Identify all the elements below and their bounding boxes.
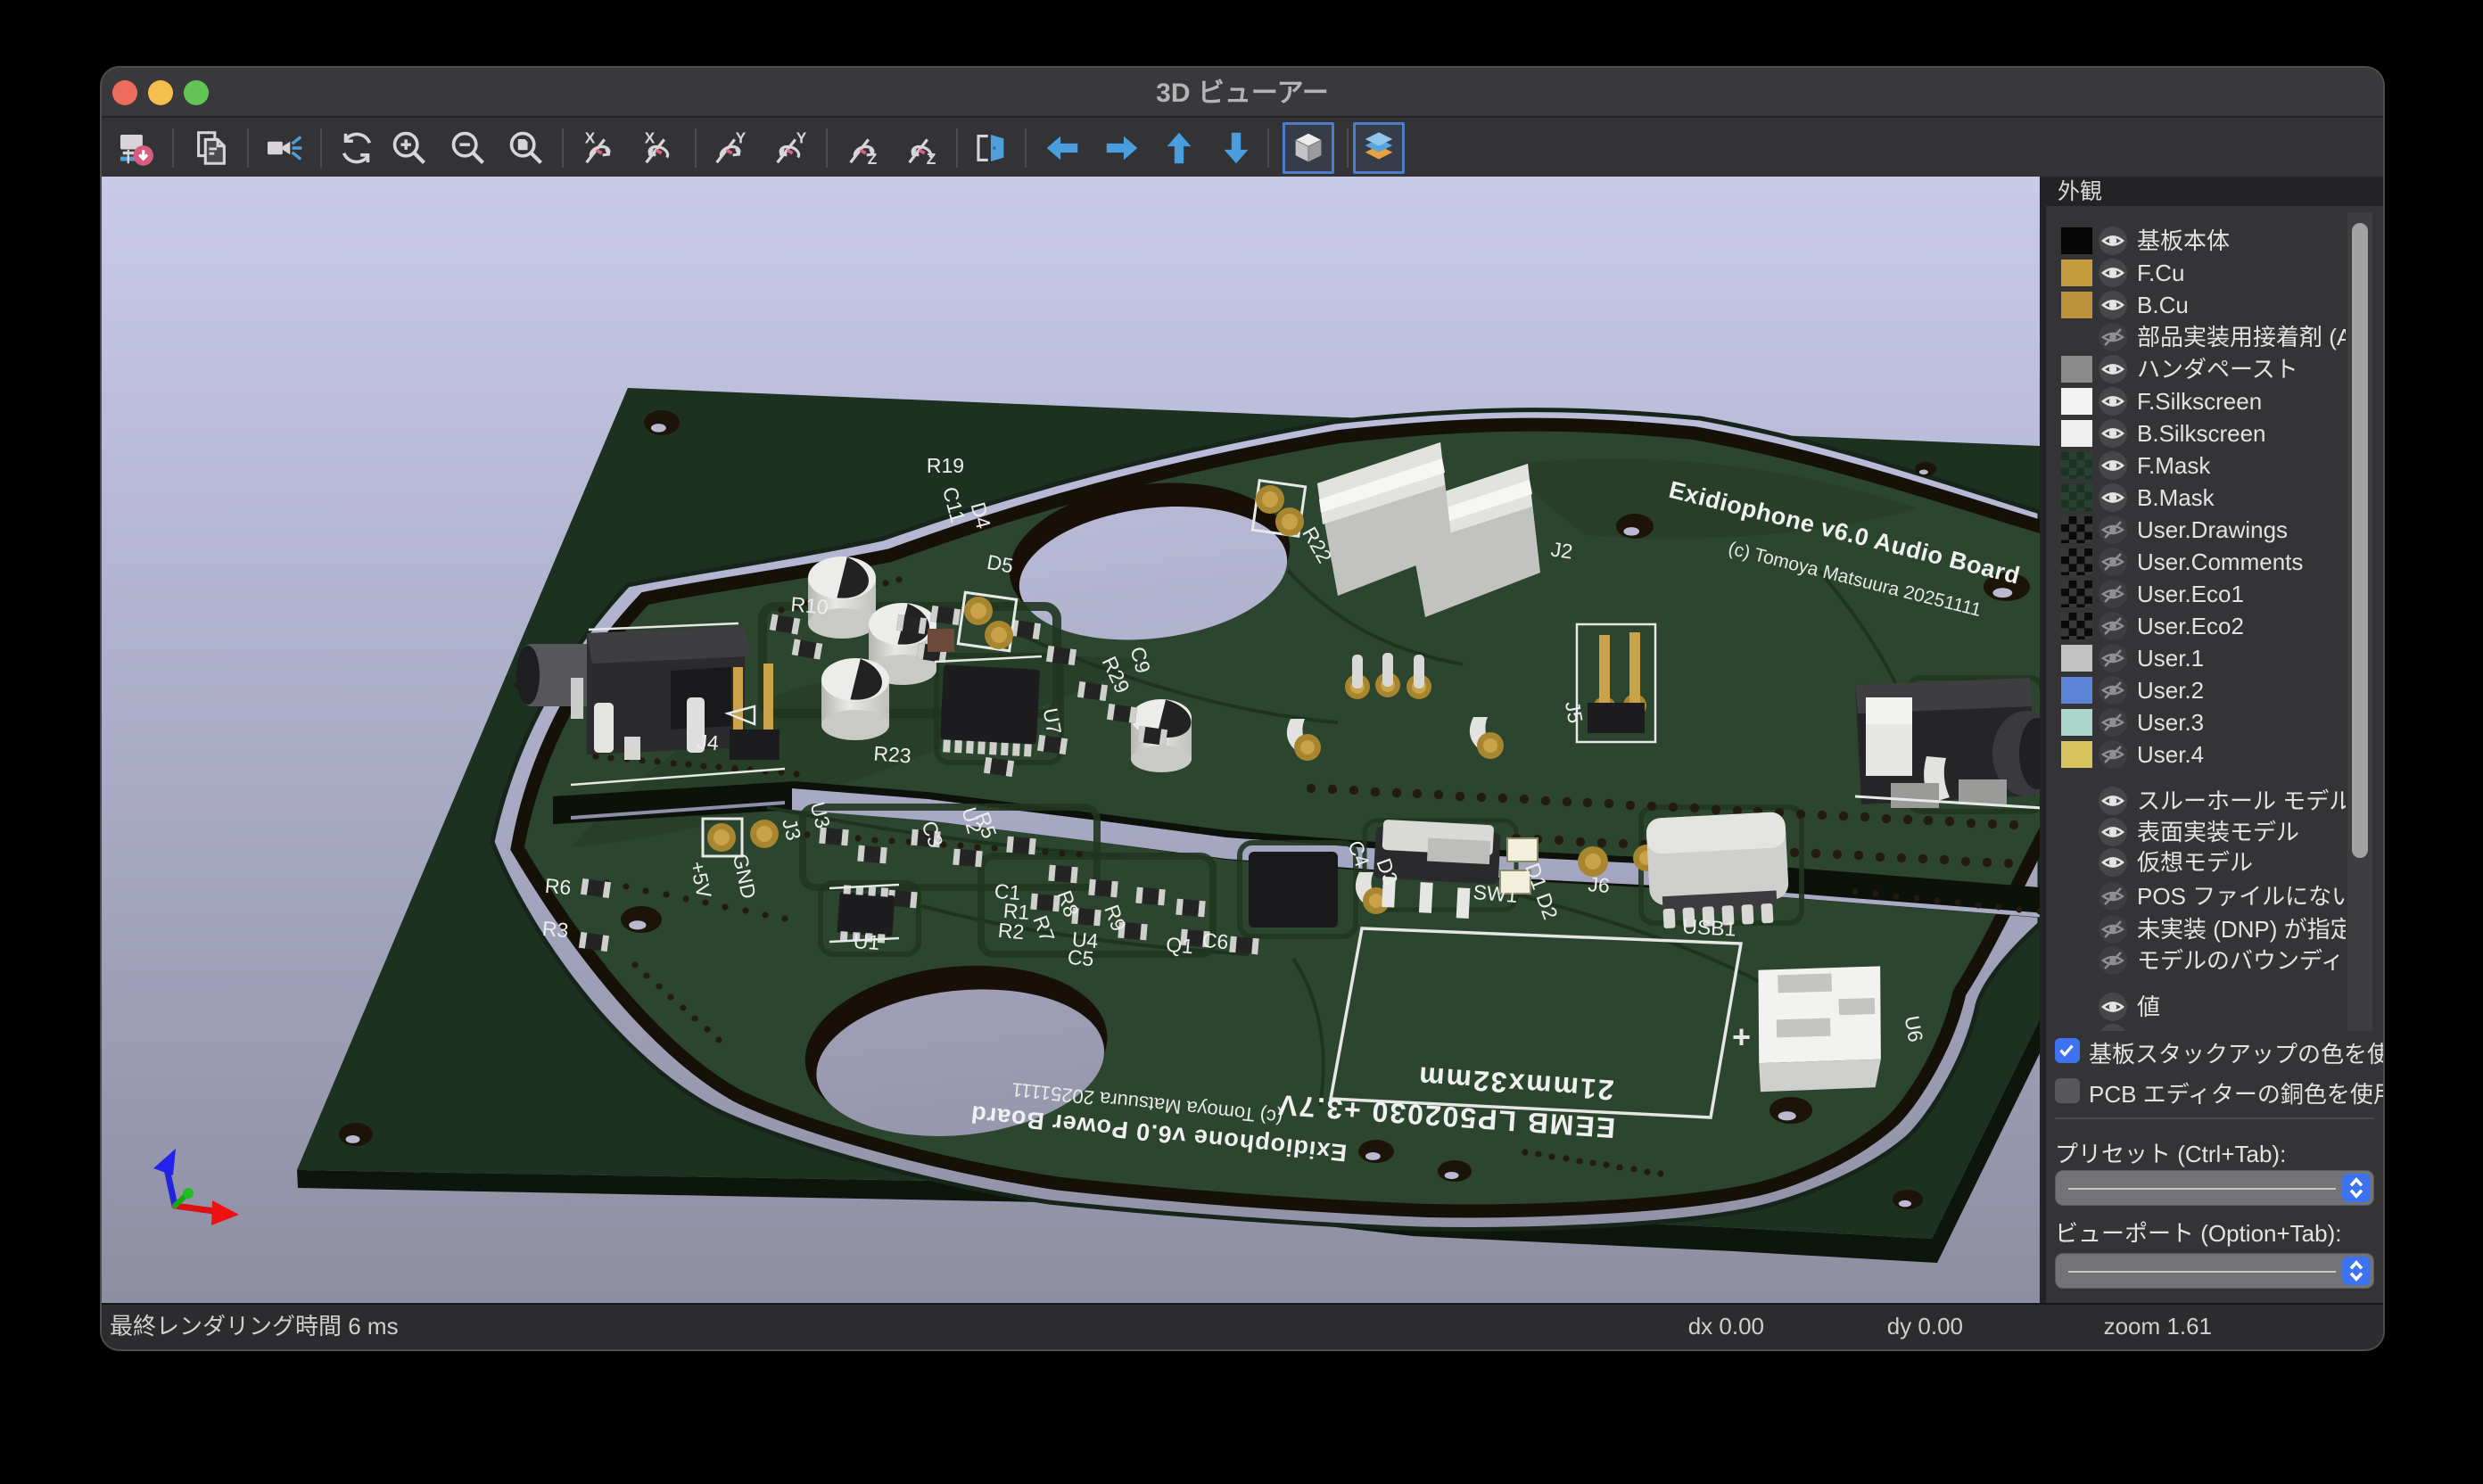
svg-text:SW1: SW1 <box>1472 880 1519 907</box>
svg-text:R10: R10 <box>790 592 829 619</box>
svg-text:X: X <box>585 128 596 146</box>
svg-text:USB1: USB1 <box>1682 914 1736 940</box>
svg-text:J4: J4 <box>696 730 720 754</box>
svg-text:C5: C5 <box>1067 945 1095 970</box>
svg-text:Y: Y <box>796 128 807 146</box>
svg-text:U1: U1 <box>853 929 880 954</box>
svg-text:U7: U7 <box>1039 706 1067 736</box>
svg-text:U6: U6 <box>1901 1014 1928 1043</box>
svg-text:J5: J5 <box>1561 699 1588 724</box>
svg-text:D5: D5 <box>986 550 1015 578</box>
svg-text:R19: R19 <box>927 454 964 477</box>
svg-text:J6: J6 <box>1587 872 1610 897</box>
svg-text:R23: R23 <box>873 742 912 768</box>
svg-text:+: + <box>1732 1018 1751 1055</box>
svg-text:Q1: Q1 <box>1165 933 1194 959</box>
svg-text:R2: R2 <box>997 919 1026 944</box>
svg-text:R6: R6 <box>544 874 573 899</box>
svg-text:X: X <box>645 128 656 146</box>
svg-text:C6: C6 <box>1201 928 1230 953</box>
svg-text:R3: R3 <box>541 917 570 942</box>
svg-text:J2: J2 <box>1549 538 1574 564</box>
svg-text:Y: Y <box>736 128 747 146</box>
